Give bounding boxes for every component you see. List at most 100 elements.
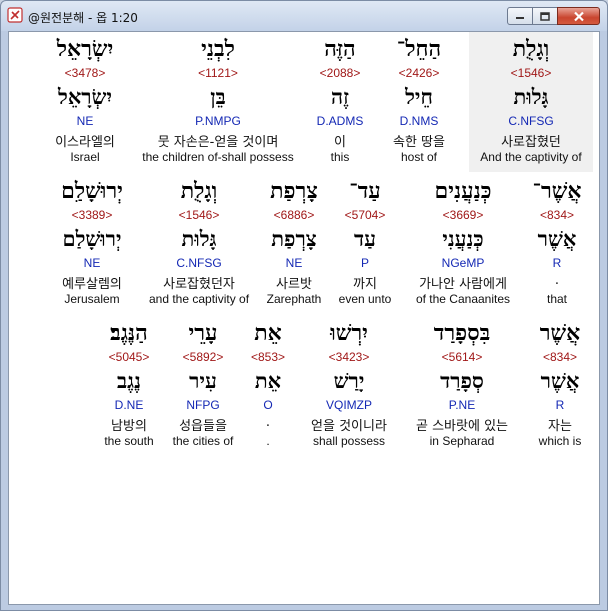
english-gloss: Zarephath: [266, 292, 322, 306]
korean-gloss: 이스라엘의: [55, 135, 115, 150]
word-cell[interactable]: וְגָלֻת <1546> גָּלוּת C.NFSG 사로잡혔던자 and…: [139, 174, 259, 314]
word-cell[interactable]: וְגָלֻת <1546> גָּלוּת C.NFSG 사로잡혔던 And …: [469, 32, 593, 172]
korean-gloss: 사로잡혔던: [501, 135, 561, 150]
word-cell[interactable]: לִבְנֵי <1121> בֵּן P.NMPG 뭇 자손은-얻을 것이며 …: [135, 32, 301, 172]
parsing-code: R: [552, 256, 562, 270]
window-title: @원전분해 - 옵 1:20: [28, 11, 138, 25]
korean-gloss: 곧 스바랏에 있는: [416, 419, 508, 434]
korean-gloss: 사로잡혔던자: [163, 277, 235, 292]
word-cell[interactable]: יִרְשׁוּ <3423> יָרַשׁ VQIMZP 얻을 것이니라 sh…: [297, 316, 401, 456]
hebrew-word: כְּנַעֲנִים: [434, 178, 492, 204]
english-gloss: host of: [400, 150, 438, 164]
korean-gloss: 성읍들을: [179, 419, 227, 434]
strong-number[interactable]: <6886>: [259, 208, 329, 222]
hebrew-word: יְרוּשָׁלִַם: [61, 178, 123, 204]
english-gloss: and the captivity of: [148, 292, 250, 306]
parsing-code: NGeMP: [441, 256, 485, 270]
english-gloss: the south: [104, 434, 154, 448]
strong-number[interactable]: <834>: [529, 208, 585, 222]
parsing-code: NE: [83, 256, 101, 270]
parsing-code: P: [360, 256, 369, 270]
maximize-icon: [540, 11, 550, 21]
strong-number[interactable]: <3669>: [403, 208, 523, 222]
strong-number[interactable]: <3423>: [297, 350, 401, 364]
english-gloss: shall possess: [312, 434, 386, 448]
korean-gloss: 자는: [548, 419, 572, 434]
hebrew-word: הַחֵל־: [396, 36, 442, 62]
strong-number[interactable]: <1546>: [469, 66, 593, 80]
strong-number[interactable]: <3478>: [35, 66, 135, 80]
maximize-button[interactable]: [532, 7, 558, 25]
strong-number[interactable]: <5045>: [97, 350, 161, 364]
hebrew-word: אֲשֶׁר: [539, 320, 581, 346]
parsing-code: O: [263, 398, 273, 412]
word-cell[interactable]: עַד־ <5704> עַד P 까지 even unto: [331, 174, 399, 314]
hebrew-word: וְגָלֻת: [180, 178, 218, 204]
strong-number[interactable]: <5614>: [403, 350, 521, 364]
word-cell[interactable]: הַנֶּגֶב׃ <5045> נֶגֶב D.NE 남방의 the sout…: [97, 316, 161, 456]
hebrew-lexeme: נֶגֶב: [117, 368, 141, 393]
english-gloss: Israel: [70, 150, 100, 164]
hebrew-word: עָרֵי: [188, 320, 218, 346]
close-icon: [573, 11, 584, 21]
word-cell[interactable]: אֲשֶׁר־ <834> אֲשֶׁר R . that: [529, 174, 585, 314]
parsing-code: NFPG: [186, 398, 220, 412]
minimize-button[interactable]: [507, 7, 533, 25]
english-gloss: the cities of: [172, 434, 234, 448]
hebrew-lexeme: יָרַשׁ: [333, 368, 365, 393]
minimize-icon: [516, 17, 524, 19]
korean-gloss: .: [554, 273, 560, 288]
word-cell[interactable]: הַחֵל־ <2426> חֵיל D.NMS 속한 땅을 host of: [379, 32, 459, 172]
word-cell[interactable]: בִּסְפָרַד <5614> סְפָרַד P.NE 곧 스바랏에 있는…: [403, 316, 521, 456]
strong-number[interactable]: <1121>: [135, 66, 301, 80]
parsing-code: R: [555, 398, 565, 412]
korean-gloss: 사르밧: [276, 277, 312, 292]
hebrew-word: הַזֶּה: [324, 36, 356, 62]
hebrew-lexeme: בֵּן: [210, 84, 226, 109]
strong-number[interactable]: <853>: [243, 350, 293, 364]
hebrew-lexeme: גָּלוּת: [181, 226, 217, 251]
strong-number[interactable]: <5892>: [165, 350, 241, 364]
english-gloss: which is: [538, 434, 582, 448]
hebrew-lexeme: עִיר: [189, 368, 217, 393]
verse-line-2: אֲשֶׁר־ <834> אֲשֶׁר R . that כְּנַעֲנִי…: [9, 174, 599, 314]
bible-app-icon[interactable]: [7, 7, 23, 23]
word-cell[interactable]: יִשְׂרָאֵל <3478> יִשְׂרָאֵל NE 이스라엘의 Is…: [35, 32, 135, 172]
word-cell[interactable]: יְרוּשָׁלִַם <3389> יְרוּשָׁלַם NE 예루살렘의…: [47, 174, 137, 314]
word-cell[interactable]: אֵת <853> אֵת O . .: [243, 316, 293, 456]
hebrew-lexeme: אֵת: [254, 368, 282, 393]
hebrew-lexeme: גָּלוּת: [513, 84, 549, 109]
strong-number[interactable]: <2426>: [379, 66, 459, 80]
hebrew-word: צָרְפַת: [270, 178, 318, 204]
strong-number[interactable]: <834>: [525, 350, 595, 364]
word-cell[interactable]: כְּנַעֲנִים <3669> כְּנַעֲנִי NGeMP 가나안 …: [403, 174, 523, 314]
korean-gloss: 까지: [353, 277, 377, 292]
hebrew-word: אֵת: [254, 320, 282, 346]
close-button[interactable]: [557, 7, 600, 25]
hebrew-word: לִבְנֵי: [201, 36, 235, 62]
strong-number[interactable]: <5704>: [331, 208, 399, 222]
parsing-code: D.NMS: [399, 114, 439, 128]
word-cell[interactable]: צָרְפַת <6886> צָרְפַת NE 사르밧 Zarephath: [259, 174, 329, 314]
korean-gloss: 남방의: [111, 419, 147, 434]
verse-line-1: וְגָלֻת <1546> גָּלוּת C.NFSG 사로잡혔던 And …: [9, 32, 599, 172]
english-gloss: this: [330, 150, 350, 164]
korean-gloss: 속한 땅을: [393, 135, 445, 150]
hebrew-word: בִּסְפָרַד: [433, 320, 491, 346]
korean-gloss: 이: [334, 135, 346, 150]
hebrew-lexeme: זֶה: [331, 84, 349, 109]
strong-number[interactable]: <3389>: [47, 208, 137, 222]
hebrew-lexeme: צָרְפַת: [271, 226, 317, 251]
strong-number[interactable]: <2088>: [305, 66, 375, 80]
word-cell[interactable]: עָרֵי <5892> עִיר NFPG 성읍들을 the cities o…: [165, 316, 241, 456]
hebrew-lexeme: סְפָרַד: [440, 368, 484, 393]
word-cell[interactable]: אֲשֶׁר <834> אֲשֶׁר R 자는 which is: [525, 316, 595, 456]
strong-number[interactable]: <1546>: [139, 208, 259, 222]
english-gloss: .: [266, 434, 270, 448]
word-cell[interactable]: הַזֶּה <2088> זֶה D.ADMS 이 this: [305, 32, 375, 172]
hebrew-lexeme: יְרוּשָׁלַם: [62, 226, 122, 251]
hebrew-word: וְגָלֻת: [512, 36, 550, 62]
title-bar[interactable]: @원전분해 - 옵 1:20: [1, 1, 607, 31]
hebrew-lexeme: כְּנַעֲנִי: [442, 226, 484, 251]
interlinear-view[interactable]: וְגָלֻת <1546> גָּלוּת C.NFSG 사로잡혔던 And …: [8, 31, 600, 605]
